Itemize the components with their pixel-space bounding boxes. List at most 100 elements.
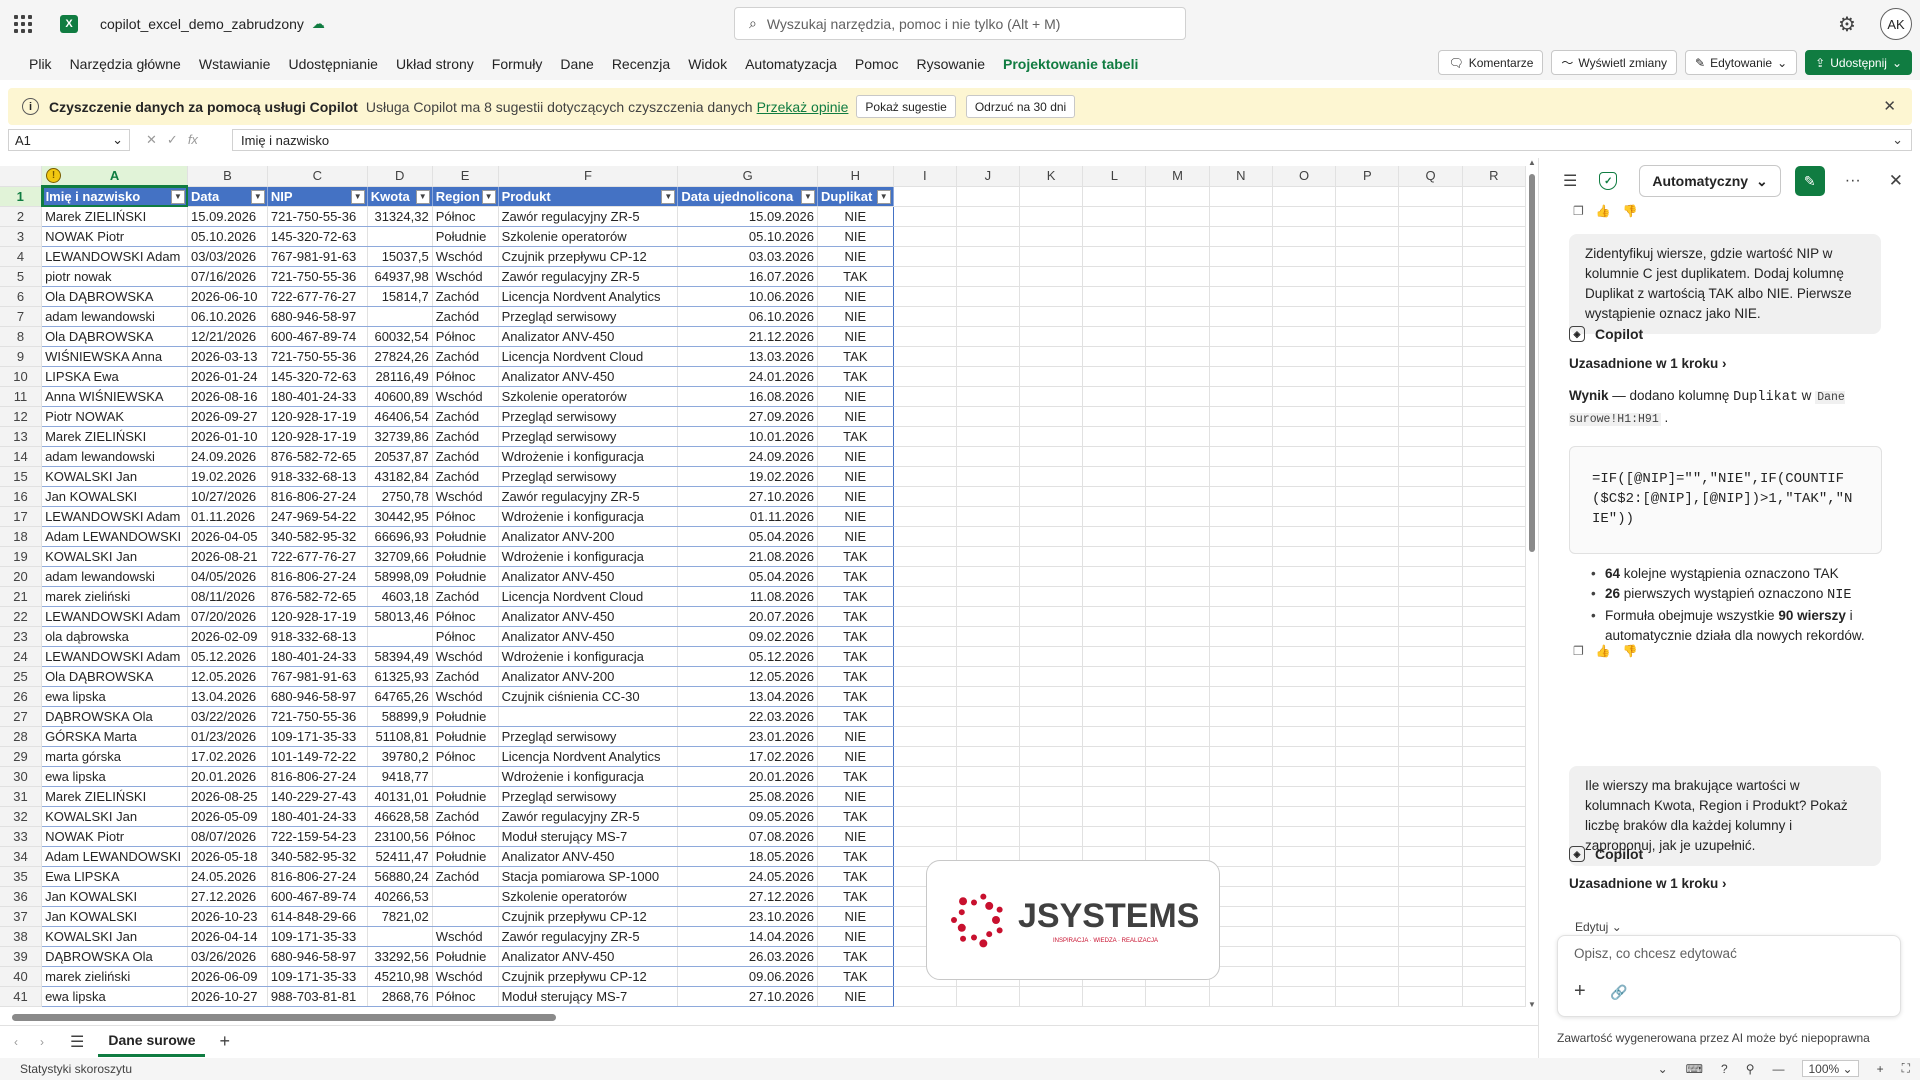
vertical-scroll-thumb[interactable] — [1529, 174, 1535, 552]
cell[interactable]: 16.07.2026 — [677, 266, 818, 287]
cell[interactable]: Południe — [432, 526, 499, 547]
empty-cell[interactable] — [1398, 826, 1463, 847]
empty-cell[interactable] — [1335, 206, 1400, 227]
empty-cell[interactable] — [1082, 226, 1147, 247]
show-changes-button[interactable]: 〜 Wyświetl zmiany — [1551, 50, 1677, 75]
cell[interactable]: 340-582-95-32 — [267, 526, 368, 547]
cell[interactable]: 40131,01 — [367, 786, 433, 807]
cell[interactable]: Stacja pomiarowa SP-1000 — [498, 866, 679, 887]
cell[interactable]: 43182,84 — [367, 466, 433, 487]
cell[interactable]: 2026-06-09 — [187, 966, 268, 987]
cell[interactable]: Wschód — [432, 966, 499, 987]
shield-check-icon[interactable]: ✓ — [1599, 172, 1618, 190]
cell[interactable] — [367, 306, 433, 327]
add-attachment-icon[interactable]: + — [1574, 980, 1586, 1003]
row-header[interactable]: 28 — [0, 726, 43, 747]
row-header[interactable]: 24 — [0, 646, 43, 667]
cell[interactable]: 01.11.2026 — [677, 506, 818, 527]
mode-dropdown[interactable]: Automatyczny ⌄ — [1639, 165, 1781, 197]
empty-cell[interactable] — [1209, 226, 1273, 247]
empty-cell[interactable] — [1209, 746, 1273, 767]
cell[interactable]: 721-750-55-36 — [267, 346, 368, 367]
empty-cell[interactable] — [1145, 526, 1210, 547]
empty-cell[interactable] — [1019, 786, 1084, 807]
filter-dropdown-icon[interactable]: ▼ — [481, 189, 496, 204]
empty-cell[interactable] — [893, 326, 957, 347]
empty-cell[interactable] — [1335, 786, 1400, 807]
zoom-select[interactable]: 100% ⌄ — [1802, 1060, 1859, 1077]
cell[interactable]: 66696,93 — [367, 526, 433, 547]
empty-cell[interactable] — [1145, 986, 1210, 1007]
cell[interactable]: TAK — [817, 846, 894, 867]
empty-cell[interactable] — [1209, 466, 1273, 487]
empty-cell[interactable] — [1209, 626, 1273, 647]
cell[interactable]: NIE — [817, 506, 894, 527]
empty-cell[interactable] — [1209, 366, 1273, 387]
column-header[interactable]: M — [1145, 166, 1210, 187]
empty-cell[interactable] — [893, 586, 957, 607]
empty-cell[interactable] — [1145, 586, 1210, 607]
add-sheet-icon[interactable]: + — [219, 1031, 230, 1052]
column-header[interactable]: B — [187, 166, 268, 187]
empty-cell[interactable] — [1145, 706, 1210, 727]
empty-cell[interactable] — [1082, 506, 1147, 527]
empty-cell[interactable] — [1145, 406, 1210, 427]
empty-cell[interactable] — [956, 826, 1021, 847]
cell[interactable]: 58899,9 — [367, 706, 433, 727]
copy-icon[interactable]: ❐ — [1573, 644, 1584, 658]
filter-dropdown-icon[interactable]: ▼ — [661, 189, 676, 204]
empty-cell[interactable] — [1335, 466, 1400, 487]
empty-cell[interactable] — [1019, 226, 1084, 247]
column-header[interactable]: N — [1209, 166, 1273, 187]
empty-cell[interactable] — [1082, 326, 1147, 347]
row-header[interactable]: 41 — [0, 986, 43, 1007]
empty-cell[interactable] — [1398, 866, 1463, 887]
empty-cell[interactable] — [893, 406, 957, 427]
empty-cell[interactable] — [956, 246, 1021, 267]
cell[interactable]: 7821,02 — [367, 906, 433, 927]
cell[interactable]: 27.12.2026 — [187, 886, 268, 907]
empty-cell[interactable] — [1145, 206, 1210, 227]
cell[interactable]: 721-750-55-36 — [267, 706, 368, 727]
empty-cell[interactable] — [1082, 786, 1147, 807]
jsystems-logo[interactable]: JSYSTEMS INSPIRACJA · WIEDZA · REALIZACJ… — [926, 860, 1220, 980]
empty-cell[interactable] — [1209, 606, 1273, 627]
table-column-header[interactable]: Produkt ▼ — [498, 186, 679, 207]
row-header[interactable]: 35 — [0, 866, 43, 887]
row-header[interactable]: 26 — [0, 686, 43, 707]
cell[interactable]: Moduł sterujący MS-7 — [498, 986, 679, 1007]
cell[interactable]: Analizator ANV-450 — [498, 326, 679, 347]
empty-cell[interactable] — [1272, 226, 1337, 247]
cell[interactable]: 145-320-72-63 — [267, 366, 368, 387]
cell[interactable]: TAK — [817, 966, 894, 987]
empty-cell[interactable] — [1082, 526, 1147, 547]
empty-cell[interactable] — [956, 286, 1021, 307]
empty-cell[interactable] — [1145, 826, 1210, 847]
cell[interactable]: Wdrożenie i konfiguracja — [498, 766, 679, 787]
empty-cell[interactable] — [1335, 746, 1400, 767]
prev-sheet-icon[interactable]: ‹ — [14, 1035, 18, 1049]
table-row[interactable]: 4 LEWANDOWSKI Adam 03/03/2026 767-981-91-63… — [0, 246, 1526, 267]
cell[interactable]: Marek ZIELIŃSKI — [41, 786, 188, 807]
cell[interactable]: Zachód — [432, 666, 499, 687]
empty-cell[interactable] — [1019, 626, 1084, 647]
cell[interactable]: Moduł sterujący MS-7 — [498, 826, 679, 847]
cell[interactable]: 2026-05-18 — [187, 846, 268, 867]
select-all-corner[interactable] — [0, 166, 43, 187]
empty-cell[interactable] — [1209, 806, 1273, 827]
cell[interactable]: 767-981-91-63 — [267, 246, 368, 267]
cell[interactable]: 32709,66 — [367, 546, 433, 567]
row-header[interactable]: 16 — [0, 486, 43, 507]
empty-cell[interactable] — [1272, 526, 1337, 547]
empty-cell[interactable] — [893, 766, 957, 787]
empty-cell[interactable] — [956, 546, 1021, 567]
table-row[interactable]: 38 KOWALSKI Jan 2026-04-14 109-171-35-33 Wsc… — [0, 926, 1526, 947]
cell[interactable]: TAK — [817, 346, 894, 367]
horizontal-scrollbar[interactable] — [0, 1009, 1526, 1025]
row-header[interactable]: 9 — [0, 346, 43, 367]
table-row[interactable]: 10 LIPSKA Ewa 2026-01-24 145-320-72-63 28116… — [0, 366, 1526, 387]
empty-cell[interactable] — [1462, 286, 1526, 307]
cell[interactable]: 09.05.2026 — [677, 806, 818, 827]
empty-cell[interactable] — [1272, 486, 1337, 507]
table-row[interactable]: 40 marek zieliński 2026-06-09 109-171-35-33… — [0, 966, 1526, 987]
